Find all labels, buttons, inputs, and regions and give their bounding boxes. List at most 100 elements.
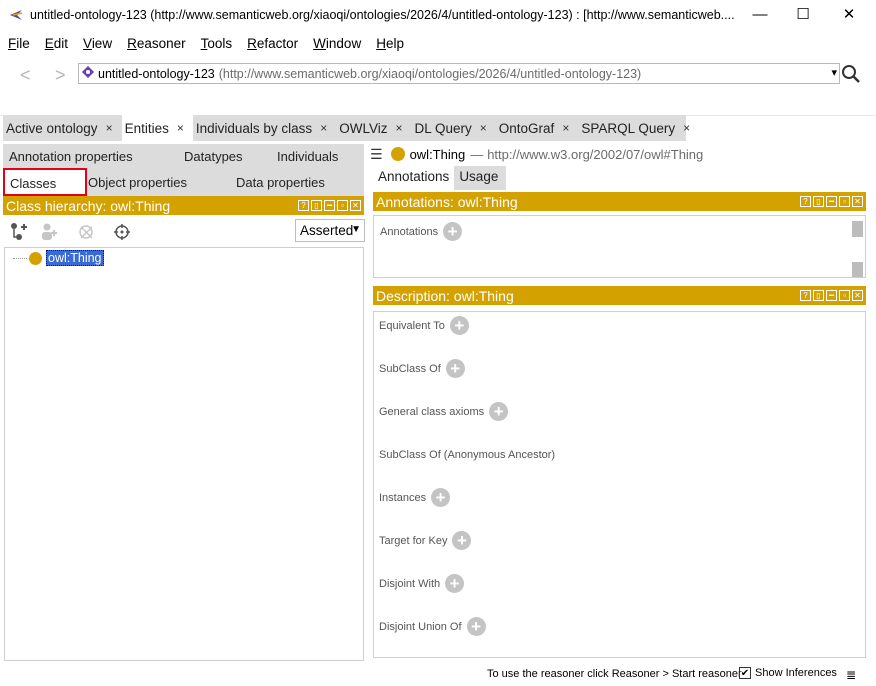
ontology-iri: (http://www.semanticweb.org/xiaoqi/ontol… bbox=[218, 66, 642, 81]
close-icon[interactable]: × bbox=[177, 121, 184, 135]
forward-button[interactable]: > bbox=[55, 65, 66, 86]
scrollbar-down[interactable] bbox=[852, 262, 863, 277]
tab-individuals[interactable]: Individuals bbox=[277, 149, 338, 164]
menu-edit[interactable]: Edit bbox=[45, 36, 68, 51]
hierarchy-mode-select[interactable]: Asserted ▼ bbox=[295, 219, 365, 242]
tab-ontograf[interactable]: OntoGraf × bbox=[496, 115, 579, 141]
menu-view[interactable]: View bbox=[83, 36, 112, 51]
section-subclass-of: SubClass Of + bbox=[379, 359, 465, 378]
close-icon[interactable]: × bbox=[395, 121, 402, 135]
minimize-view-icon[interactable]: ━ bbox=[324, 200, 335, 211]
section-general-class-axioms: General class axioms + bbox=[379, 402, 509, 421]
add-annotation-button[interactable]: + bbox=[443, 222, 463, 241]
tab-data-properties[interactable]: Data properties bbox=[236, 175, 325, 190]
help-icon[interactable]: ? bbox=[800, 290, 811, 301]
add-instance-button[interactable]: + bbox=[431, 488, 451, 507]
menu-help[interactable]: Help bbox=[376, 36, 404, 51]
section-anonymous-ancestor: SubClass Of (Anonymous Ancestor) bbox=[379, 449, 556, 461]
close-icon[interactable]: × bbox=[683, 121, 690, 135]
menu-icon[interactable]: ☰ bbox=[370, 146, 383, 163]
tab-usage[interactable]: Usage bbox=[454, 166, 503, 190]
add-general-axiom-button[interactable]: + bbox=[489, 402, 509, 421]
close-icon[interactable]: × bbox=[480, 121, 487, 135]
selected-entity-bar: ☰ owl:Thing — http://www.w3.org/2002/07/… bbox=[370, 144, 870, 164]
menu-tools[interactable]: Tools bbox=[201, 36, 233, 51]
ontology-name: untitled-ontology-123 bbox=[98, 66, 215, 81]
maximize-button[interactable]: ☐ bbox=[780, 0, 826, 28]
back-button[interactable]: < bbox=[20, 65, 31, 86]
add-key-button[interactable]: + bbox=[452, 531, 472, 550]
show-inferences-toggle[interactable]: ✔ Show Inferences bbox=[739, 667, 837, 679]
section-target-for-key: Target for Key + bbox=[379, 531, 472, 550]
minimize-button[interactable]: — bbox=[737, 0, 783, 28]
split-icon[interactable]: ▯ bbox=[311, 200, 322, 211]
menu-window[interactable]: Window bbox=[313, 36, 361, 51]
menu-refactor[interactable]: Refactor bbox=[247, 36, 298, 51]
crosshair-icon[interactable] bbox=[113, 222, 131, 240]
tab-annotation-properties[interactable]: Annotation properties bbox=[9, 149, 133, 164]
view-controls: ? ▯ ━ ▫ ✕ bbox=[298, 200, 361, 211]
add-subclass-icon[interactable] bbox=[9, 222, 27, 240]
entity-separator: — bbox=[470, 146, 484, 162]
menu-reasoner[interactable]: Reasoner bbox=[127, 36, 186, 51]
tree-node-label[interactable]: owl:Thing bbox=[46, 250, 104, 266]
tab-sparql-query[interactable]: SPARQL Query × bbox=[578, 115, 699, 141]
tab-datatypes[interactable]: Datatypes bbox=[184, 149, 243, 164]
add-equivalent-button[interactable]: + bbox=[449, 316, 469, 335]
maximize-view-icon[interactable]: ▫ bbox=[839, 196, 850, 207]
close-view-icon[interactable]: ✕ bbox=[852, 290, 863, 301]
close-view-icon[interactable]: ✕ bbox=[852, 196, 863, 207]
search-icon[interactable] bbox=[841, 64, 863, 86]
close-button[interactable]: ✕ bbox=[826, 0, 872, 28]
section-disjoint-with: Disjoint With + bbox=[379, 574, 465, 593]
annotations-section: Annotations + bbox=[380, 222, 463, 241]
tab-individuals-by-class[interactable]: Individuals by class × bbox=[193, 115, 336, 141]
menu-file[interactable]: File bbox=[8, 36, 30, 51]
ontology-selector[interactable]: untitled-ontology-123 (http://www.semant… bbox=[78, 63, 840, 84]
delete-class-icon[interactable] bbox=[77, 222, 95, 240]
chevron-down-icon: ▼ bbox=[351, 224, 361, 235]
log-list-icon[interactable]: ≣ bbox=[846, 668, 856, 682]
checkbox[interactable]: ✔ bbox=[739, 667, 751, 679]
chevron-down-icon[interactable]: ▾ bbox=[831, 66, 837, 79]
tab-object-properties[interactable]: Object properties bbox=[88, 175, 187, 190]
minimize-view-icon[interactable]: ━ bbox=[826, 290, 837, 301]
entity-name: owl:Thing bbox=[409, 146, 466, 162]
class-hierarchy-toolbar: Asserted ▼ bbox=[3, 215, 365, 247]
entity-type-tabs: Annotation properties Datatypes Individu… bbox=[3, 144, 364, 196]
maximize-view-icon[interactable]: ▫ bbox=[337, 200, 348, 211]
tab-dl-query[interactable]: DL Query × bbox=[411, 115, 495, 141]
close-icon[interactable]: × bbox=[320, 121, 327, 135]
tab-annotations[interactable]: Annotations bbox=[373, 166, 455, 190]
tab-active-ontology[interactable]: Active ontology × bbox=[3, 115, 122, 141]
help-icon[interactable]: ? bbox=[800, 196, 811, 207]
section-instances: Instances + bbox=[379, 488, 451, 507]
menu-bar: File Edit View Reasoner Tools Refactor W… bbox=[0, 31, 876, 55]
ontology-diamond-icon bbox=[82, 66, 94, 81]
add-disjoint-union-button[interactable]: + bbox=[466, 617, 486, 636]
close-icon[interactable]: × bbox=[106, 121, 113, 135]
tab-owlviz[interactable]: OWLViz × bbox=[336, 115, 411, 141]
tab-classes[interactable]: Classes bbox=[3, 168, 87, 196]
add-disjoint-button[interactable]: + bbox=[445, 574, 465, 593]
close-view-icon[interactable]: ✕ bbox=[350, 200, 361, 211]
maximize-view-icon[interactable]: ▫ bbox=[839, 290, 850, 301]
section-disjoint-union-of: Disjoint Union Of + bbox=[379, 617, 486, 636]
window-title: untitled-ontology-123 (http://www.semant… bbox=[30, 8, 735, 22]
add-sibling-icon[interactable] bbox=[39, 222, 57, 240]
add-subclass-of-button[interactable]: + bbox=[445, 359, 465, 378]
split-icon[interactable]: ▯ bbox=[813, 290, 824, 301]
tree-connector bbox=[13, 257, 27, 259]
status-bar: To use the reasoner click Reasoner > Sta… bbox=[0, 664, 876, 686]
view-controls: ? ▯ ━ ▫ ✕ bbox=[800, 290, 863, 301]
tree-node-owl-thing[interactable]: owl:Thing bbox=[13, 250, 104, 266]
minimize-view-icon[interactable]: ━ bbox=[826, 196, 837, 207]
help-icon[interactable]: ? bbox=[298, 200, 309, 211]
scrollbar-up[interactable] bbox=[852, 221, 863, 237]
split-icon[interactable]: ▯ bbox=[813, 196, 824, 207]
view-controls: ? ▯ ━ ▫ ✕ bbox=[800, 196, 863, 207]
class-icon bbox=[29, 251, 42, 265]
description-header: Description: owl:Thing ? ▯ ━ ▫ ✕ bbox=[373, 286, 866, 305]
tab-entities[interactable]: Entities × bbox=[121, 115, 193, 141]
close-icon[interactable]: × bbox=[562, 121, 569, 135]
